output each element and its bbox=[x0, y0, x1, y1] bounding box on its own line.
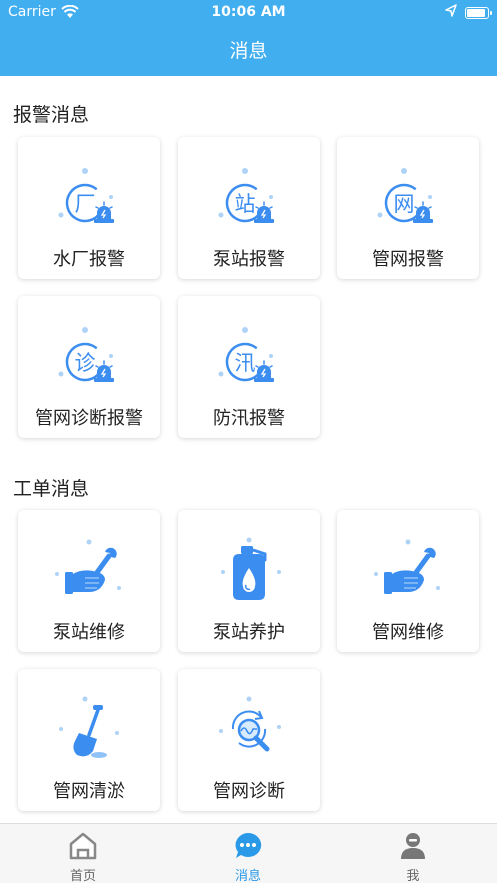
wrench-hand-icon bbox=[55, 539, 121, 594]
battery-icon bbox=[465, 7, 492, 19]
pipe-network-diagnosis-card[interactable]: 管网诊断 bbox=[178, 669, 320, 811]
tab-bar: 首页 消息 我 bbox=[0, 823, 497, 883]
pump-station-alarm-card[interactable]: 站 泵站报警 bbox=[178, 137, 320, 279]
oil-can-icon bbox=[221, 537, 281, 600]
pipe-network-diagnosis-label: 管网诊断 bbox=[213, 781, 285, 802]
diagnosis-alarm-card[interactable]: 诊 管网诊断报警 bbox=[18, 296, 160, 438]
tab-home-label: 首页 bbox=[69, 869, 96, 883]
pump-station-repair-label: 泵站维修 bbox=[53, 622, 125, 643]
factory-alarm-card[interactable]: 厂 水厂报警 bbox=[18, 137, 160, 279]
svg-text:网: 网 bbox=[394, 192, 415, 216]
pump-station-maintenance-label: 泵站养护 bbox=[213, 622, 285, 643]
tab-messages-label: 消息 bbox=[234, 869, 261, 883]
tab-home[interactable]: 首页 bbox=[33, 824, 133, 883]
location-arrow-icon bbox=[445, 4, 457, 17]
page-title: 消息 bbox=[229, 40, 268, 62]
navigation-bar: 消息 bbox=[0, 26, 497, 76]
pump-station-alarm-icon: 站 bbox=[218, 168, 274, 223]
factory-alarm-icon: 厂 bbox=[58, 168, 114, 223]
pump-station-maintenance-card[interactable]: 泵站养护 bbox=[178, 510, 320, 652]
svg-text:诊: 诊 bbox=[75, 351, 96, 375]
alarm-section-title: 报警消息 bbox=[13, 104, 90, 126]
svg-text:厂: 厂 bbox=[75, 192, 96, 216]
tab-profile[interactable]: 我 bbox=[363, 824, 463, 883]
home-icon bbox=[69, 832, 97, 860]
status-bar: Carrier 10:06 AM bbox=[0, 0, 497, 26]
flood-alarm-label: 防汛报警 bbox=[213, 408, 285, 429]
work-order-section-title: 工单消息 bbox=[13, 478, 90, 500]
svg-text:站: 站 bbox=[235, 192, 256, 216]
message-bubble-icon bbox=[235, 832, 262, 858]
pipe-network-repair-label: 管网维修 bbox=[372, 622, 444, 643]
user-icon bbox=[401, 833, 425, 859]
svg-text:汛: 汛 bbox=[235, 351, 256, 375]
tab-profile-label: 我 bbox=[406, 869, 420, 883]
pump-station-alarm-label: 泵站报警 bbox=[213, 249, 285, 270]
tab-messages[interactable]: 消息 bbox=[198, 824, 298, 883]
pipe-network-alarm-label: 管网报警 bbox=[372, 249, 444, 270]
pipe-network-repair-card[interactable]: 管网维修 bbox=[337, 510, 479, 652]
status-time: 10:06 AM bbox=[211, 4, 286, 20]
factory-alarm-label: 水厂报警 bbox=[53, 249, 125, 270]
magnifier-wave-icon bbox=[219, 696, 281, 752]
shovel-icon bbox=[59, 696, 119, 758]
pipe-network-dredging-label: 管网清淤 bbox=[53, 781, 125, 802]
flood-alarm-icon: 汛 bbox=[218, 327, 274, 382]
wrench-hand-icon bbox=[374, 539, 440, 594]
diagnosis-alarm-label: 管网诊断报警 bbox=[35, 408, 143, 429]
pipe-network-dredging-card[interactable]: 管网清淤 bbox=[18, 669, 160, 811]
pump-station-repair-card[interactable]: 泵站维修 bbox=[18, 510, 160, 652]
pipe-network-alarm-icon: 网 bbox=[377, 168, 433, 223]
pipe-network-alarm-card[interactable]: 网 管网报警 bbox=[337, 137, 479, 279]
diagnosis-alarm-icon: 诊 bbox=[58, 327, 114, 382]
flood-alarm-card[interactable]: 汛 防汛报警 bbox=[178, 296, 320, 438]
